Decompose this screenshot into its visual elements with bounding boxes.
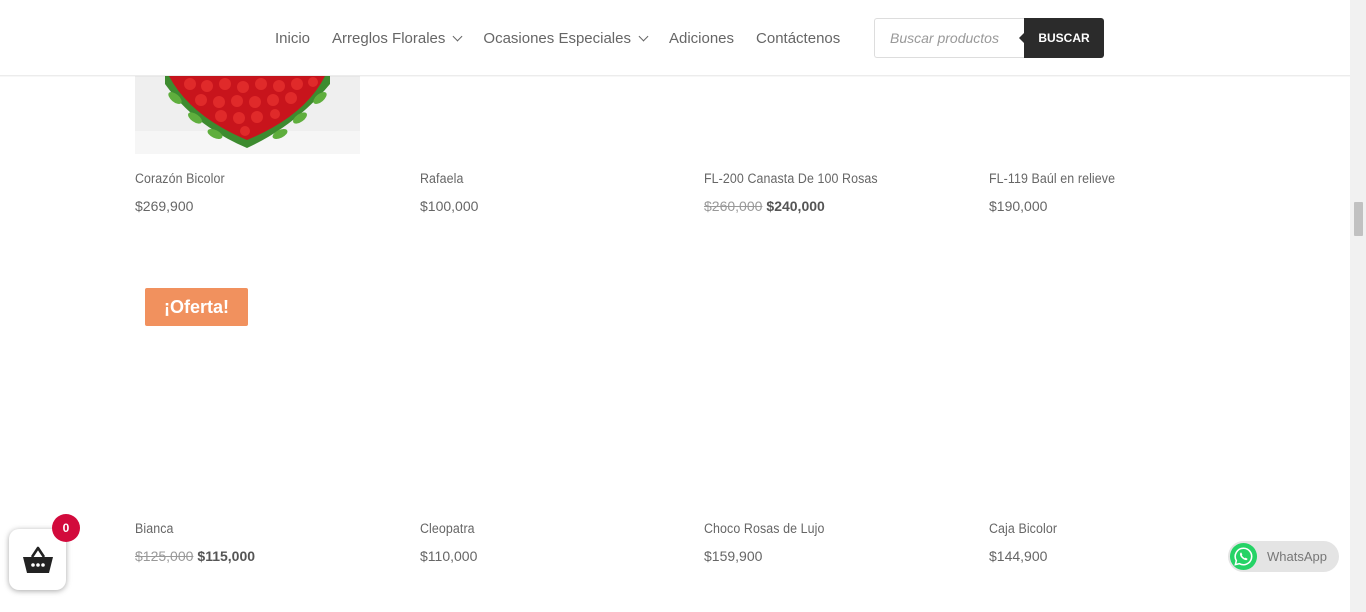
product-image-corazon-bicolor[interactable] [135,76,360,154]
chevron-down-icon [638,31,649,41]
product-card[interactable]: FL-119 Baúl en relieve $190,000 [989,171,1229,214]
product-old-price: $260,000 [704,198,763,214]
whatsapp-icon [1229,542,1258,571]
product-name[interactable]: FL-200 Canasta De 100 Rosas [704,171,925,186]
product-name[interactable]: Bianca [135,521,356,536]
sale-badge: ¡Oferta! [145,288,248,326]
product-card[interactable]: Bianca $125,000 $115,000 [135,521,375,564]
nav-item-inicio[interactable]: Inicio [275,30,310,47]
product-price: $269,900 [135,198,194,214]
nav-item-arreglos-florales[interactable]: Arreglos Florales [332,29,463,47]
whatsapp-label: WhatsApp [1267,549,1327,564]
product-price: $110,000 [420,548,478,564]
product-sale-price: $240,000 [766,198,825,214]
product-name[interactable]: Choco Rosas de Lujo [704,521,925,536]
nav-item-label: Ocasiones Especiales [483,29,631,47]
nav-item-contactenos[interactable]: Contáctenos [756,30,840,47]
nav-item-label: Inicio [275,29,311,47]
heart-roses-image [135,76,360,154]
product-price: $260,000 $240,000 [704,198,944,214]
product-sale-price: $115,000 [197,548,256,564]
nav-item-label: Arreglos Florales [332,29,446,47]
product-price: $190,000 [989,198,1048,214]
product-name[interactable]: Cleopatra [420,521,641,536]
product-price: $144,900 [989,548,1048,564]
nav-item-ocasiones-especiales[interactable]: Ocasiones Especiales [483,29,649,47]
whatsapp-chat-button[interactable]: WhatsApp [1228,541,1339,572]
product-old-price: $125,000 [135,548,194,564]
product-card[interactable]: Rafaela $100,000 [420,171,660,214]
product-name[interactable]: FL-119 Baúl en relieve [989,171,1210,186]
product-name[interactable]: Corazón Bicolor [135,171,356,186]
nav-item-label: Contáctenos [756,29,841,47]
product-card[interactable]: Cleopatra $110,000 [420,521,660,564]
product-card[interactable]: Choco Rosas de Lujo $159,900 [704,521,944,564]
product-price: $125,000 $115,000 [135,548,375,564]
product-name[interactable]: Caja Bicolor [989,521,1210,536]
product-name[interactable]: Rafaela [420,171,641,186]
product-card[interactable]: Corazón Bicolor $269,900 [135,171,375,214]
main-nav: Inicio Arreglos Florales Ocasiones Espec… [275,0,862,76]
search-button[interactable]: BUSCAR [1019,18,1104,58]
product-price: $159,900 [704,548,763,564]
product-search-form: BUSCAR [874,18,1104,58]
nav-item-label: Adiciones [668,29,735,47]
product-card[interactable]: Caja Bicolor $144,900 [989,521,1229,564]
product-price: $100,000 [420,198,479,214]
nav-item-adiciones[interactable]: Adiciones [669,30,734,47]
chevron-down-icon [452,31,463,41]
site-header: Inicio Arreglos Florales Ocasiones Espec… [0,0,1350,76]
page-scrollbar[interactable] [1350,0,1366,612]
scrollbar-thumb[interactable] [1354,202,1363,236]
product-card[interactable]: FL-200 Canasta De 100 Rosas $260,000 $240… [704,171,944,214]
search-input[interactable] [874,18,1024,58]
basket-icon [22,546,53,573]
cart-count-badge: 0 [52,514,80,542]
